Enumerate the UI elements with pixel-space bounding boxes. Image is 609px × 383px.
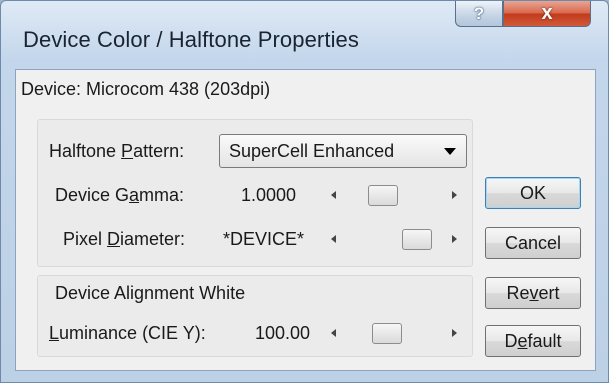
arrow-right-icon xyxy=(452,329,457,337)
dialog-window: Device Color / Halftone Properties ? x D… xyxy=(0,0,609,383)
luminance-value: 100.00 xyxy=(255,323,311,343)
device-name-label: Device: Microcom 438 (203dpi) xyxy=(21,79,271,99)
pixel-diameter-label: Pixel Diameter: xyxy=(63,229,186,249)
slider-thumb[interactable] xyxy=(368,185,399,206)
help-button[interactable]: ? xyxy=(455,1,503,27)
chevron-down-icon xyxy=(444,148,456,155)
close-button[interactable]: x xyxy=(503,1,591,27)
pixel-diameter-slider[interactable] xyxy=(329,227,459,253)
alignment-white-group-label: Device Alignment White xyxy=(55,283,246,303)
arrow-left-icon xyxy=(331,235,336,243)
luminance-label: Luminance (CIE Y): xyxy=(49,323,206,343)
device-gamma-slider[interactable] xyxy=(329,183,459,209)
arrow-right-icon xyxy=(452,191,457,199)
slider-thumb[interactable] xyxy=(371,323,402,344)
device-gamma-label: Device Gamma: xyxy=(55,185,185,205)
arrow-left-icon xyxy=(331,329,336,337)
device-gamma-value: 1.0000 xyxy=(241,185,297,205)
luminance-slider[interactable] xyxy=(329,321,459,347)
cancel-button[interactable]: Cancel xyxy=(485,227,581,259)
close-icon: x xyxy=(541,2,553,24)
arrow-left-icon xyxy=(331,191,336,199)
halftone-pattern-value: SuperCell Enhanced xyxy=(229,140,395,161)
ok-button[interactable]: OK xyxy=(485,177,581,209)
slider-thumb[interactable] xyxy=(402,229,433,250)
default-button[interactable]: De fault xyxy=(485,325,581,357)
title-bar[interactable]: Device Color / Halftone Properties ? x xyxy=(1,1,609,63)
arrow-right-icon xyxy=(452,235,457,243)
halftone-pattern-label: Halftone Pattern: xyxy=(49,141,185,161)
window-title: Device Color / Halftone Properties xyxy=(23,27,359,52)
halftone-pattern-dropdown[interactable]: SuperCell Enhanced xyxy=(219,134,467,168)
help-icon: ? xyxy=(473,3,485,23)
revert-button[interactable]: Re v ert xyxy=(485,277,581,309)
pixel-diameter-value: *DEVICE* xyxy=(223,229,305,249)
